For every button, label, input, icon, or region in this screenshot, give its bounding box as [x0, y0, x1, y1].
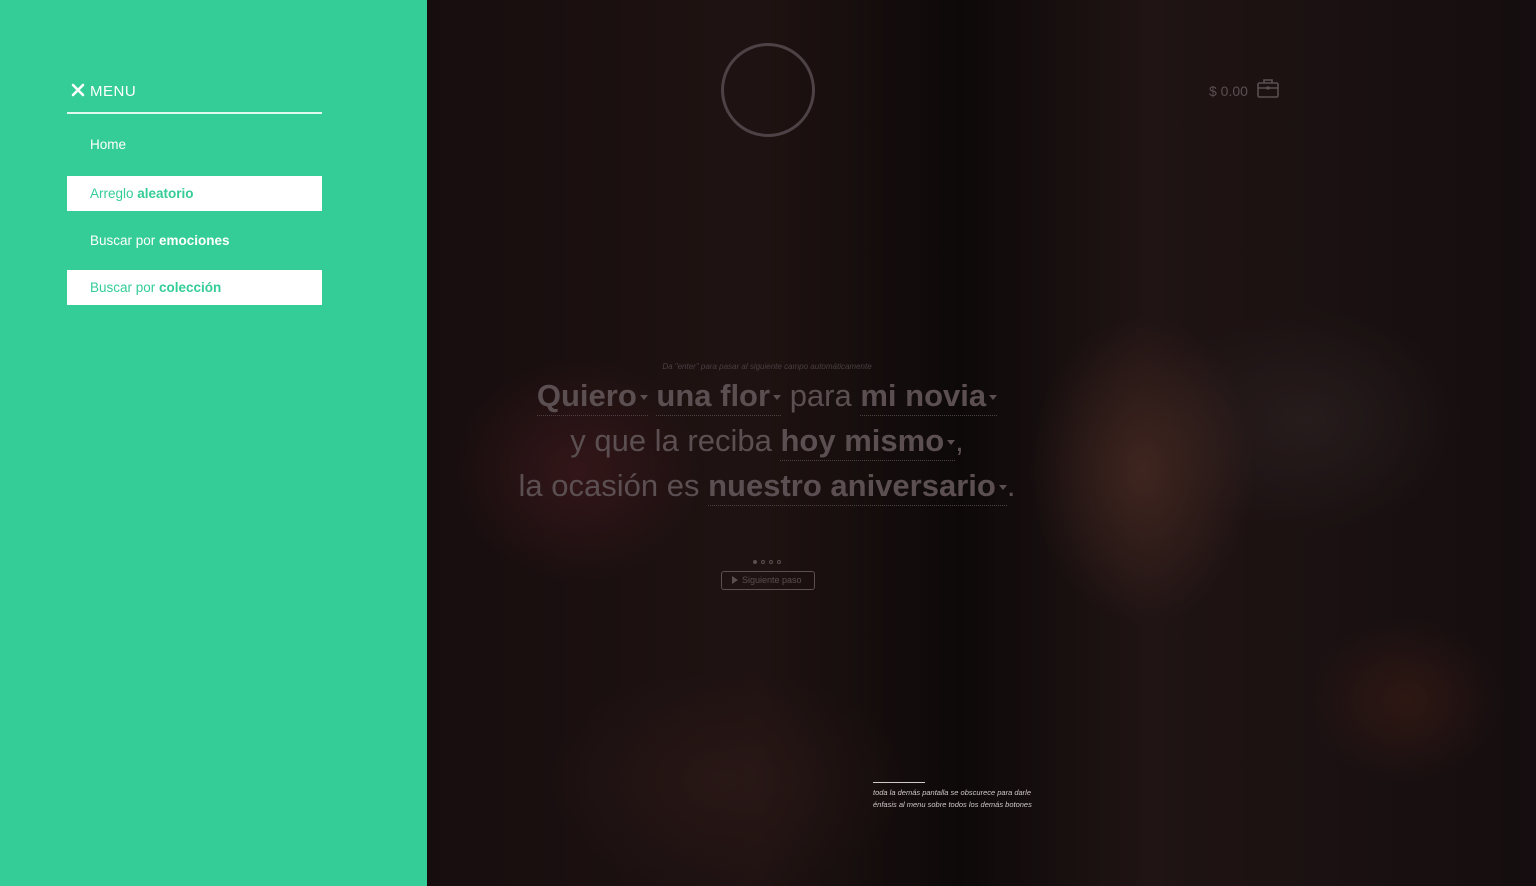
caret-down-icon: [773, 395, 782, 401]
sentence-punctuation: .: [1006, 468, 1016, 503]
sentence-line-2: y que la reciba hoy mismo,: [427, 423, 1107, 461]
select-product[interactable]: una flor: [656, 378, 782, 416]
caret-down-icon: [989, 395, 998, 401]
step-indicator: [753, 560, 789, 566]
menu-item-emphasis: colección: [159, 280, 222, 295]
menu-item-search-emotions[interactable]: Buscar por emociones: [67, 223, 322, 258]
select-occasion[interactable]: nuestro aniversario: [708, 468, 1007, 506]
select-value: Quiero: [536, 378, 637, 413]
select-value: hoy mismo: [780, 423, 945, 458]
form-hint: Da "enter" para pasar al siguiente campo…: [662, 362, 872, 371]
menu-item-label: Buscar por: [90, 233, 160, 248]
sentence-line-3: la ocasión es nuestro aniversario.: [427, 468, 1107, 506]
briefcase-icon[interactable]: [1257, 78, 1279, 98]
caret-down-icon: [998, 485, 1007, 491]
menu-item-home[interactable]: Home: [67, 127, 322, 162]
annotation-rule: [873, 782, 925, 783]
next-step-button[interactable]: Siguiente paso: [721, 571, 815, 590]
step-dot[interactable]: [753, 560, 757, 564]
select-want[interactable]: Quiero: [536, 378, 648, 416]
select-value: una flor: [656, 378, 771, 413]
sentence-line-1: Quiero una flor para mi novia: [427, 378, 1107, 416]
play-icon: [732, 576, 738, 584]
step-dot[interactable]: [761, 560, 765, 564]
menu-item-label: Buscar por: [90, 280, 160, 295]
menu-header: MENU: [67, 80, 322, 114]
select-recipient[interactable]: mi novia: [860, 378, 998, 416]
select-value: nuestro aniversario: [708, 468, 996, 503]
sentence-text: la ocasión es: [518, 468, 700, 503]
step-dot[interactable]: [777, 560, 781, 564]
menu-item-label: Home: [90, 137, 127, 152]
next-step-label: Siguiente paso: [742, 575, 802, 585]
menu-item-search-collection[interactable]: Buscar por colección: [67, 270, 322, 305]
menu-item-emphasis: emociones: [159, 233, 230, 248]
close-icon[interactable]: [70, 82, 86, 98]
select-value: mi novia: [860, 378, 987, 413]
caret-down-icon: [947, 440, 956, 446]
designer-annotation: toda la demás pantalla se obscurece para…: [873, 782, 1043, 811]
sentence-text: para: [789, 378, 852, 413]
menu-item-emphasis: aleatorio: [137, 186, 194, 201]
caret-down-icon: [639, 395, 648, 401]
select-delivery-date[interactable]: hoy mismo: [780, 423, 956, 461]
side-menu: MENU Home Arreglo aleatorio Buscar por e…: [0, 0, 427, 886]
annotation-text: toda la demás pantalla se obscurece para…: [873, 788, 1032, 809]
menu-title: MENU: [90, 83, 137, 100]
cart-total: $ 0.00: [1209, 83, 1248, 99]
step-dot[interactable]: [769, 560, 773, 564]
app-root: MENU Home Arreglo aleatorio Buscar por e…: [0, 0, 1536, 886]
sentence-punctuation: ,: [955, 423, 964, 458]
sentence-text: y que la reciba: [570, 423, 772, 458]
menu-item-label: Arreglo: [90, 186, 138, 201]
dimmed-background: $ 0.00 Da "enter" para pasar al siguient…: [427, 0, 1536, 886]
menu-item-random-arrangement[interactable]: Arreglo aleatorio: [67, 176, 322, 211]
logo-circle[interactable]: [721, 43, 815, 137]
